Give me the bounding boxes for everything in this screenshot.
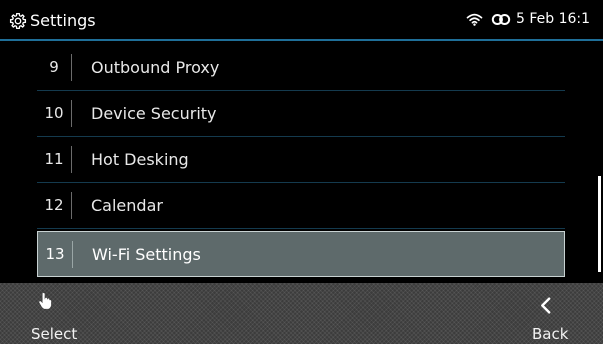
scrollbar[interactable] — [598, 176, 601, 272]
row-separator — [71, 54, 72, 81]
chevron-left-icon — [541, 297, 551, 314]
menu-item-label: Outbound Proxy — [91, 58, 220, 77]
menu-item-number: 13 — [45, 245, 65, 263]
wifi-icon — [466, 13, 483, 26]
row-separator — [71, 100, 72, 127]
softkey-bar: Select Back — [0, 283, 603, 344]
menu-item-label: Wi-Fi Settings — [92, 245, 201, 264]
gear-icon — [9, 12, 27, 30]
settings-menu-list: 9 Outbound Proxy 10 Device Security 11 H… — [0, 41, 603, 281]
menu-item-number: 10 — [44, 104, 64, 122]
select-softkey[interactable]: Select — [0, 283, 140, 344]
hand-pointer-icon — [39, 292, 52, 309]
menu-item-device-security[interactable]: 10 Device Security — [37, 91, 565, 137]
date-time: 5 Feb 16:1 — [516, 11, 591, 27]
link-icon — [491, 13, 511, 25]
status-area: 5 Feb 16:1 — [466, 11, 590, 27]
menu-item-outbound-proxy[interactable]: 9 Outbound Proxy — [37, 45, 565, 91]
row-separator — [72, 241, 73, 268]
select-label: Select — [31, 325, 78, 343]
header-bar: Settings 5 Feb 16:1 — [0, 0, 603, 41]
row-separator — [71, 146, 72, 173]
menu-item-label: Device Security — [91, 104, 217, 123]
menu-item-calendar[interactable]: 12 Calendar — [37, 183, 565, 229]
menu-item-label: Hot Desking — [91, 150, 189, 169]
menu-item-label: Calendar — [91, 196, 163, 215]
settings-screen: Settings 5 Feb 16:1 9 Outbound Proxy 10 … — [0, 0, 603, 344]
menu-item-wifi-settings[interactable]: 13 Wi-Fi Settings — [37, 231, 565, 277]
menu-item-number: 9 — [49, 58, 59, 76]
page-title: Settings — [30, 11, 96, 30]
menu-item-number: 12 — [44, 196, 64, 214]
back-softkey[interactable]: Back — [470, 283, 603, 344]
menu-item-number: 11 — [44, 150, 64, 168]
row-separator — [71, 192, 72, 219]
menu-item-hot-desking[interactable]: 11 Hot Desking — [37, 137, 565, 183]
back-label: Back — [532, 325, 569, 343]
